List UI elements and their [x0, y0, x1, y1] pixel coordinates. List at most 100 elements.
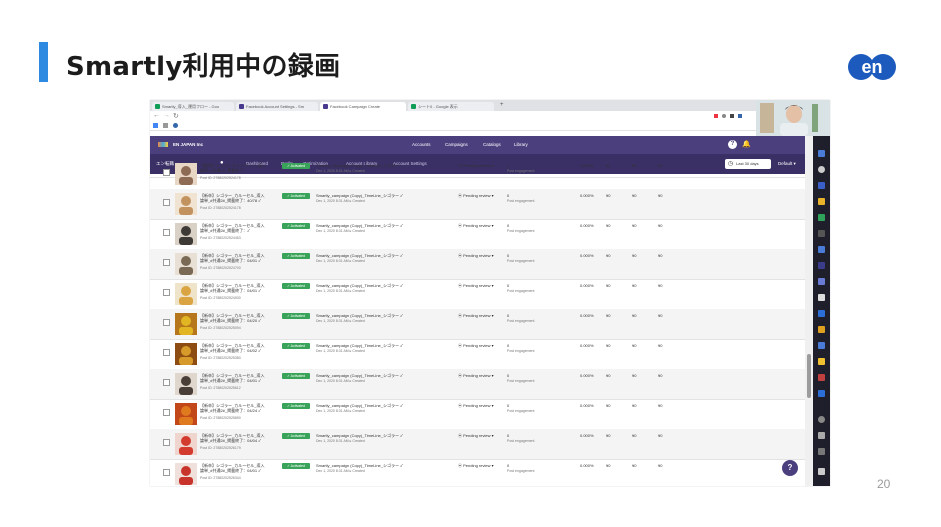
campaign-name[interactable]: Smartly_campaign (Copy)_TimeLine_シゴラー ✓ — [316, 253, 403, 258]
status-dropdown[interactable]: ⦿ Pending review ▾ — [458, 223, 494, 229]
row-checkbox[interactable] — [163, 229, 170, 236]
ad-name[interactable]: 【新卒】シゴラー_カルーセル_導入 論単_#共通2#_掲載終了：04/01 ✓ — [200, 373, 264, 383]
status-dropdown[interactable]: ⦿ Pending review ▾ — [458, 253, 494, 259]
nav-catalogs[interactable]: Catalogs — [483, 142, 501, 147]
taskbar-app-icon[interactable] — [818, 342, 825, 349]
browser-tab-active[interactable]: Facebook Campaign Create — [320, 102, 406, 111]
campaign-name[interactable]: Smartly_campaign (Copy)_TimeLine_シゴラー ✓ — [316, 223, 403, 228]
ad-name[interactable]: 【新卒】シゴラー_カルーセル_導入 論単_#共通2#_掲載終了：04/24 ✓ — [200, 403, 264, 413]
row-checkbox[interactable] — [163, 409, 170, 416]
status-dropdown[interactable]: ⦿ Pending review ▾ — [458, 283, 494, 289]
system-tray-icon[interactable] — [818, 432, 825, 439]
table-row[interactable]: 【新卒】シゴラー_カルーセル_導入 論単_#共通2#_掲載終了：04/01 ✓ Po… — [150, 249, 805, 280]
extension-icon[interactable] — [722, 114, 726, 118]
ad-name[interactable]: 【新卒】シゴラー_カルーセル_導入 論単_#共通2#_掲載終了：04/04 ✓ — [200, 433, 264, 443]
taskbar-app-icon[interactable] — [818, 230, 825, 237]
new-tab-icon[interactable]: + — [500, 102, 504, 108]
status-dropdown[interactable]: ⦿ Pending review ▾ — [458, 403, 494, 409]
taskbar-app-icon[interactable] — [818, 358, 825, 365]
taskbar-app-icon[interactable] — [818, 278, 825, 285]
status-dropdown[interactable]: ⦿ Pending review ▾ — [458, 463, 494, 469]
taskbar-app-icon[interactable] — [818, 166, 825, 173]
scrollbar-track[interactable] — [805, 136, 813, 486]
status-dropdown[interactable]: ⦿ Pending review ▾ — [458, 343, 494, 349]
nav-accounts[interactable]: Accounts — [412, 142, 431, 147]
reload-icon[interactable]: ↻ — [173, 112, 179, 120]
taskbar-app-icon[interactable] — [818, 310, 825, 317]
browser-tab[interactable]: Smartly_導入_運用フロー - Goo — [152, 102, 234, 111]
nav-campaigns[interactable]: Campaigns — [445, 142, 468, 147]
taskbar-app-icon[interactable] — [818, 262, 825, 269]
taskbar-app-icon[interactable] — [818, 374, 825, 381]
row-checkbox[interactable] — [163, 169, 170, 176]
apps-icon[interactable] — [153, 123, 158, 128]
table-row[interactable]: 【新卒】シゴラー_カルーセル_導入 論単_#共通2#_掲載終了：04/24 ✓ Po… — [150, 399, 805, 430]
table-row[interactable]: 【新卒】シゴラー_カルーセル_導入 論単_#共通2#_掲載終了：04/04 ✓ Po… — [150, 429, 805, 460]
row-checkbox[interactable] — [163, 289, 170, 296]
extension-icon[interactable] — [738, 114, 742, 118]
campaign-name[interactable]: Smartly_campaign (Copy)_TimeLine_シゴラー — [316, 163, 399, 168]
ad-name[interactable]: 【新卒】シゴラー_カルーセル_導入 論単_#共通2#_掲載終了：40/78 ✓ — [200, 193, 264, 203]
status-dropdown[interactable]: ⦿ Pending review ▾ — [458, 373, 494, 379]
status-dropdown[interactable]: ⦿ Pending review ▾ — [458, 433, 494, 439]
ad-name[interactable]: 【新卒】シゴラー_カルーセル_導入 論単_#共通2#_掲載終了：04/01 ✓ — [200, 463, 264, 473]
ad-name[interactable]: 【新卒】シゴラー_カルーセル_導入 論単_#共通2#_掲載終了：04/20 ✓ — [200, 313, 264, 323]
back-icon[interactable]: ← — [153, 112, 160, 119]
table-row[interactable]: 【新卒】シゴラー_カルーセル_導入 論単_#共通2#_掲載終了：✓ Post ID:… — [150, 219, 805, 250]
row-checkbox[interactable] — [163, 259, 170, 266]
browser-tab[interactable]: Facebook Account Settings - Sm — [236, 102, 318, 111]
taskbar-app-icon[interactable] — [818, 326, 825, 333]
table-row[interactable]: 【新卒】シゴラー_カルーセル_導入 論単_#共通2#_掲載終了：04/20 ✓ Po… — [150, 309, 805, 340]
nav-library[interactable]: Library — [514, 142, 528, 147]
campaign-name[interactable]: Smartly_campaign (Copy)_TimeLine_シゴラー ✓ — [316, 283, 403, 288]
table-row[interactable]: 【新卒】シゴラー_カルーセル_導入 論単_#共通2#_掲載終了：04/01 ✓ Po… — [150, 369, 805, 400]
bookmark-icon[interactable] — [163, 123, 168, 128]
campaign-name[interactable]: Smartly_campaign (Copy)_TimeLine_シゴラー ✓ — [316, 313, 403, 318]
notification-icon[interactable] — [818, 468, 825, 475]
table-row[interactable]: 【新卒】シゴラー_カルーセル_導入 論単_#共通2#_掲載終了：40/78 ✓ Po… — [150, 189, 805, 220]
row-checkbox[interactable] — [163, 199, 170, 206]
row-checkbox[interactable] — [163, 319, 170, 326]
help-icon[interactable]: ? — [728, 140, 737, 149]
system-tray-icon[interactable] — [818, 448, 825, 455]
taskbar-app-icon[interactable] — [818, 390, 825, 397]
chat-help-icon[interactable]: ? — [782, 460, 798, 476]
row-checkbox[interactable] — [163, 379, 170, 386]
campaign-name[interactable]: Smartly_campaign (Copy)_TimeLine_シゴラー ✓ — [316, 343, 403, 348]
address-bar[interactable]: ← → ↻ — [150, 111, 830, 122]
table-row[interactable]: 【新卒】シゴラー_カルーセル_導入 論単_#共通2#_掲載終了：04/01 ✓ Po… — [150, 459, 805, 486]
system-tray-icon[interactable] — [818, 416, 825, 423]
bell-icon[interactable]: 🔔 — [742, 140, 751, 148]
extension-icon[interactable] — [714, 114, 718, 118]
ad-name[interactable]: 【新卒】シゴラー_カルーセル_導入 論単_#共通2#_掲載終了：04/02 ✓ — [200, 343, 264, 353]
status-dropdown[interactable]: ⦿ Pending review ▾ — [458, 193, 494, 199]
campaign-name[interactable]: Smartly_campaign (Copy)_TimeLine_シゴラー ✓ — [316, 463, 403, 468]
taskbar-app-icon[interactable] — [818, 198, 825, 205]
campaign-name[interactable]: Smartly_campaign (Copy)_TimeLine_シゴラー ✓ — [316, 403, 403, 408]
taskbar-app-icon[interactable] — [818, 214, 825, 221]
row-checkbox[interactable] — [163, 349, 170, 356]
row-checkbox[interactable] — [163, 469, 170, 476]
forward-icon[interactable]: → — [163, 112, 170, 119]
campaign-name[interactable]: Smartly_campaign (Copy)_TimeLine_シゴラー ✓ — [316, 433, 403, 438]
extension-icon[interactable] — [730, 114, 734, 118]
ad-name[interactable]: 【新卒】シゴラー_カルーセル_導入 論単_#共通2#_掲載終了：04/01 ✓ — [200, 283, 264, 293]
taskbar-app-icon[interactable] — [818, 150, 825, 157]
ad-name[interactable]: 【新卒】シゴラー_カルーセル_導入 論単_#共通2#_掲載終了：04/01 ✓ — [200, 253, 264, 263]
taskbar-app-icon[interactable] — [818, 246, 825, 253]
taskbar-app-icon[interactable] — [818, 294, 825, 301]
status-dropdown[interactable]: ⦿ Pending review ▾ — [458, 163, 494, 169]
table-row[interactable]: 【新卒】シゴラー_カルーセル_導入 論単_#共通2#_掲載終了：04/02 ✓ Po… — [150, 339, 805, 370]
row-checkbox[interactable] — [163, 439, 170, 446]
browser-tab[interactable]: シート0 - Google 表示 — [408, 102, 494, 111]
ad-name[interactable]: 【新卒】シゴラー_カルーセル_導入 論単_#共通2#_掲載終了：✓ — [200, 223, 264, 233]
scrollbar-thumb[interactable] — [807, 354, 811, 398]
campaign-name[interactable]: Smartly_campaign (Copy)_TimeLine_シゴラー ✓ — [316, 193, 403, 198]
table-row[interactable]: 【新卒】シゴラー_カルーセル_導入 論単_#共通2#_掲載終了：04/01 ✓ Po… — [150, 279, 805, 310]
taskbar-app-icon[interactable] — [818, 182, 825, 189]
campaign-name[interactable]: Smartly_campaign (Copy)_TimeLine_シゴラー ✓ — [316, 373, 403, 378]
bookmark-icon[interactable] — [173, 123, 178, 128]
status-dropdown[interactable]: ⦿ Pending review ▾ — [458, 313, 494, 319]
ad-name[interactable]: 【新卒】シャゴ・キャンペーン_導入 論単_#共通2#_掲載終了： — [200, 163, 266, 173]
table-row[interactable]: 【新卒】シャゴ・キャンペーン_導入 論単_#共通2#_掲載終了： Post ID: … — [150, 159, 805, 185]
